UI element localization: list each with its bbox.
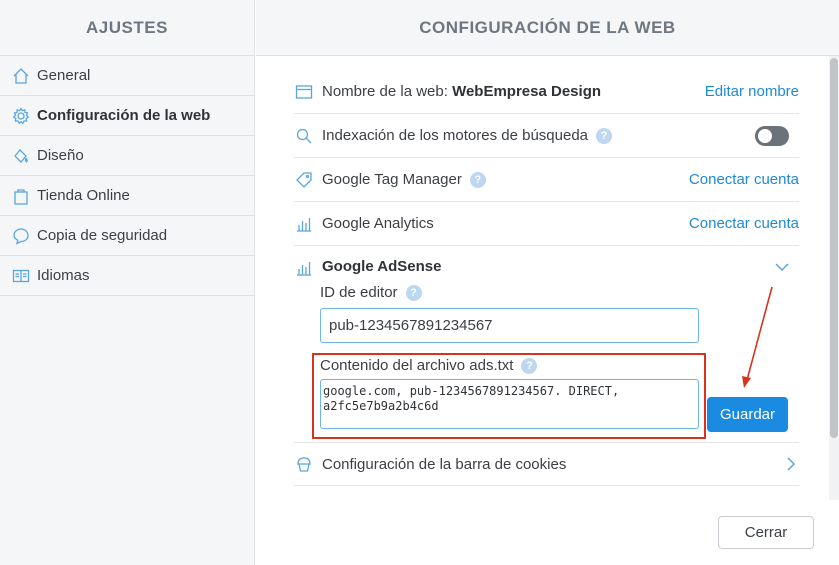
sidebar-item-label: Diseño [37,147,84,164]
browser-window-icon [294,82,314,102]
close-button[interactable]: Cerrar [718,516,814,549]
sidebar-item-backup[interactable]: Copia de seguridad [0,216,254,256]
shopping-bag-icon [11,186,31,206]
gtm-row: Google Tag Manager ? Conectar cuenta [294,158,799,202]
chat-bubble-icon [11,226,31,246]
help-icon[interactable]: ? [596,127,613,144]
sidebar-item-languages[interactable]: Idiomas [0,256,254,296]
home-icon [11,66,31,86]
editor-id-group: ID de editor ? [320,284,699,343]
sidebar-item-label: General [37,67,91,84]
ads-txt-group: Contenido del archivo ads.txt ? google.c… [320,357,699,434]
help-icon[interactable]: ? [469,171,486,188]
sidebar-item-label: Copia de seguridad [37,227,168,244]
sidebar-item-label: Configuración de la web [37,107,211,124]
analytics-connect-link[interactable]: Conectar cuenta [689,215,799,232]
gear-icon [11,106,31,126]
settings-sidebar: AJUSTES General Configuración de la web … [0,0,255,565]
indexing-label: Indexación de los motores de búsqueda [322,127,589,144]
bar-chart-icon [294,214,314,234]
sidebar-item-label: Tienda Online [37,187,130,204]
analytics-label: Google Analytics [322,215,434,232]
sidebar-item-web-config[interactable]: Configuración de la web [0,96,254,136]
cupcake-icon [294,454,314,474]
scrollbar-thumb[interactable] [830,58,838,438]
languages-icon [11,266,31,286]
sidebar-item-design[interactable]: Diseño [0,136,254,176]
indexing-toggle[interactable] [755,125,789,146]
sidebar-title: AJUSTES [0,0,254,56]
bar-chart-icon [294,258,314,278]
help-icon[interactable]: ? [521,357,538,374]
tag-icon [294,170,314,190]
page-title: CONFIGURACIÓN DE LA WEB [256,0,839,56]
search-icon [294,126,314,146]
site-name-label: Nombre de la web: [322,83,453,100]
cookies-row[interactable]: Configuración de la barra de cookies [294,443,799,486]
indexing-row: Indexación de los motores de búsqueda ? [294,114,799,158]
sidebar-item-label: Idiomas [37,267,90,284]
site-name-value: WebEmpresa Design [452,83,602,100]
gtm-connect-link[interactable]: Conectar cuenta [689,171,799,188]
analytics-row: Google Analytics Conectar cuenta [294,202,799,246]
chevron-down-icon[interactable] [773,258,791,276]
sidebar-item-general[interactable]: General [0,56,254,96]
adsense-label: Google AdSense [322,258,442,275]
editor-id-input[interactable] [320,308,699,343]
edit-name-link[interactable]: Editar nombre [705,83,799,100]
sidebar-item-online-store[interactable]: Tienda Online [0,176,254,216]
paint-bucket-icon [11,146,31,166]
cookies-label: Configuración de la barra de cookies [322,455,567,473]
chevron-right-icon[interactable] [783,455,799,473]
ads-txt-label: Contenido del archivo ads.txt [320,357,514,374]
settings-main-panel: CONFIGURACIÓN DE LA WEB Nombre de la web… [256,0,839,565]
editor-id-label: ID de editor [320,284,398,301]
ads-txt-textarea[interactable]: google.com, pub-1234567891234567. DIRECT… [320,379,699,429]
site-name-row: Nombre de la web: WebEmpresa Design Edit… [294,70,799,114]
save-button[interactable]: Guardar [707,397,788,432]
gtm-label: Google Tag Manager [322,171,462,188]
help-icon[interactable]: ? [405,284,422,301]
